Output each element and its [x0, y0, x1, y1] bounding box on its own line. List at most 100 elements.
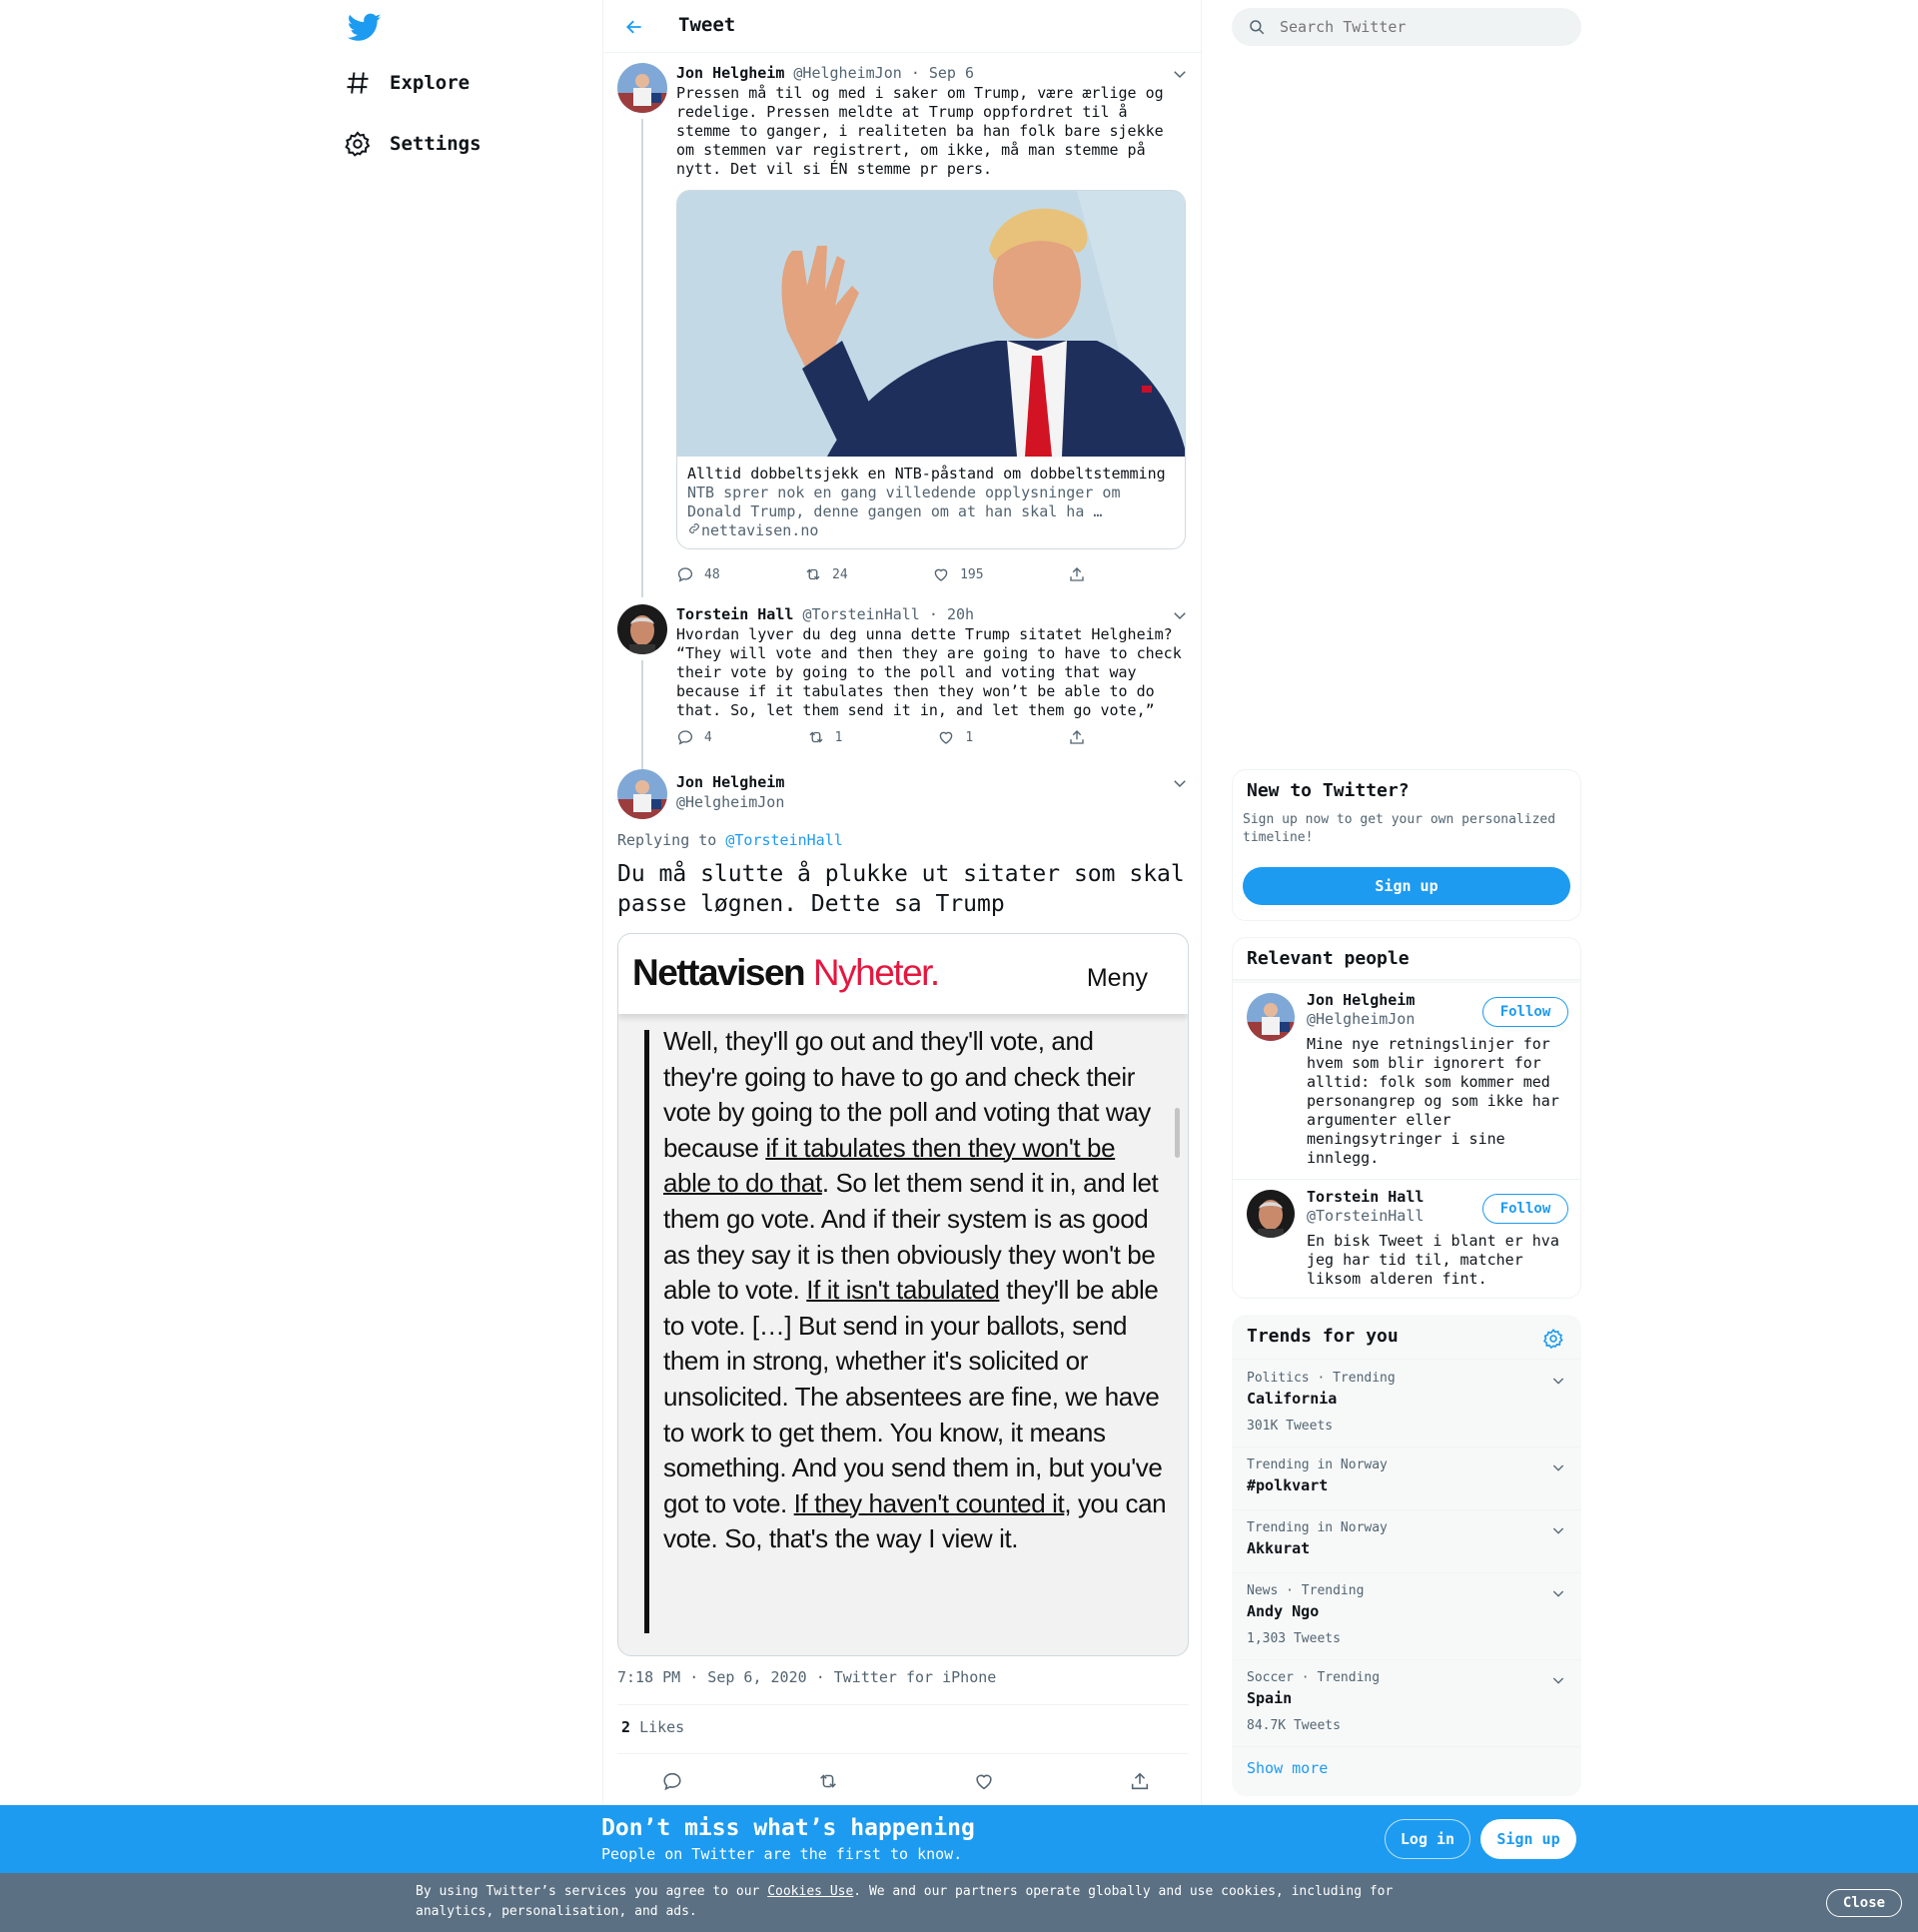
chevron-down-icon[interactable] [1550, 1459, 1566, 1475]
chevron-down-icon[interactable] [1550, 1373, 1566, 1389]
person-handle[interactable]: @TorsteinHall [1307, 1207, 1424, 1225]
reply-button[interactable]: 48 [676, 565, 720, 583]
avatar[interactable] [617, 769, 667, 819]
trend-name: Andy Ngo [1247, 1602, 1320, 1620]
nav-settings[interactable]: Settings [344, 124, 481, 164]
sign-up-button[interactable]: Sign up [1243, 867, 1570, 905]
thread-tweet[interactable]: Torstein Hall @TorsteinHall · 20h Hvorda… [617, 604, 1189, 769]
log-in-button[interactable]: Log in [1385, 1819, 1470, 1859]
trend-count: 1,303 Tweets [1247, 1631, 1341, 1646]
person-bio: En bisk Tweet i blant er hva jeg har tid… [1307, 1232, 1559, 1288]
search-box[interactable] [1232, 8, 1581, 46]
trend-name: Spain [1247, 1689, 1293, 1707]
tweet-meta: 7:18 PM · Sep 6, 2020 · Twitter for iPho… [617, 1668, 996, 1686]
person-item[interactable]: Jon Helgheim @HelgheimJon Follow Mine ny… [1233, 983, 1580, 1180]
trend-count: 301K Tweets [1247, 1419, 1334, 1434]
author-name[interactable]: Jon Helgheim [676, 772, 1189, 792]
replying-to-prefix: Replying to [617, 831, 717, 849]
person-name[interactable]: Jon Helgheim [1307, 991, 1415, 1009]
trend-meta: News · Trending [1247, 1583, 1365, 1598]
avatar[interactable] [617, 604, 667, 654]
reply-icon [677, 567, 693, 582]
page-title: Tweet [678, 14, 736, 36]
tweet-time[interactable]: Sep 6 [929, 64, 974, 82]
chevron-down-icon[interactable] [1171, 774, 1189, 792]
tweet-timestamp[interactable]: 7:18 PM · Sep 6, 2020 [617, 1668, 807, 1686]
trend-item[interactable]: Soccer · Trending Spain 84.7K Tweets [1233, 1660, 1580, 1747]
share-button[interactable] [1129, 1770, 1151, 1796]
show-more-link[interactable]: Show more [1247, 1759, 1328, 1777]
back-button[interactable] [619, 12, 649, 42]
person-bio: Mine nye retningslinjer for hvem som bli… [1307, 1035, 1559, 1167]
reply-icon [677, 730, 693, 745]
tweet-text: Pressen må til og med i saker om Trump, … [676, 84, 1164, 178]
avatar[interactable] [617, 63, 667, 113]
search-icon [1250, 20, 1265, 35]
thread-line [641, 119, 643, 597]
tweet-source[interactable]: Twitter for iPhone [834, 1668, 997, 1686]
cookie-text: By using Twitter’s services you agree to… [416, 1882, 1415, 1922]
thread-line [641, 660, 643, 769]
separator-dot: · [910, 64, 920, 82]
attached-image[interactable]: Nettavisen Nyheter. Meny Well, they'll g… [617, 933, 1189, 1656]
avatar[interactable] [1247, 993, 1295, 1041]
author-name[interactable]: Jon Helgheim [676, 64, 784, 82]
trend-item[interactable]: Politics · Trending California 301K Twee… [1233, 1361, 1580, 1448]
reply-button[interactable] [661, 1770, 683, 1796]
sign-up-button[interactable]: Sign up [1480, 1819, 1576, 1859]
twitter-logo-icon[interactable] [347, 10, 382, 44]
person-handle[interactable]: @HelgheimJon [1307, 1010, 1415, 1028]
link-card-image [677, 191, 1185, 457]
nav-explore[interactable]: Explore [344, 63, 470, 103]
tweet-actions: 4 1 1 [676, 728, 1096, 746]
person-item[interactable]: Torstein Hall @TorsteinHall Follow En bi… [1233, 1180, 1580, 1298]
chevron-down-icon[interactable] [1550, 1522, 1566, 1538]
like-button[interactable] [973, 1770, 995, 1796]
trend-item[interactable]: Trending in Norway #polkvart [1233, 1448, 1580, 1510]
reply-count: 4 [704, 729, 712, 745]
like-button[interactable]: 195 [932, 565, 984, 583]
share-button[interactable] [1068, 728, 1096, 746]
chevron-down-icon[interactable] [1550, 1585, 1566, 1601]
cookies-use-link[interactable]: Cookies Use [767, 1884, 853, 1899]
link-card[interactable]: Alltid dobbeltsjekk en NTB-påstand om do… [676, 190, 1186, 549]
search-input[interactable] [1280, 18, 1549, 36]
author-handle[interactable]: @HelgheimJon [676, 792, 1189, 812]
link-icon [689, 523, 699, 533]
tweet-actions: 48 24 195 [676, 565, 1096, 583]
trend-name: #polkvart [1247, 1476, 1329, 1494]
thread-tweet[interactable]: Jon Helgheim @HelgheimJon · Sep 6 Presse… [617, 63, 1189, 597]
share-icon [1070, 567, 1084, 581]
follow-button[interactable]: Follow [1482, 997, 1568, 1027]
replying-to-link[interactable]: @TorsteinHall [725, 831, 842, 849]
author-handle[interactable]: @HelgheimJon [793, 64, 901, 82]
divider [617, 1753, 1189, 1754]
retweet-button[interactable]: 1 [807, 728, 842, 746]
chevron-down-icon[interactable] [1171, 606, 1189, 624]
avatar[interactable] [1247, 1190, 1295, 1238]
author-name[interactable]: Torstein Hall [676, 605, 793, 623]
share-button[interactable] [1068, 565, 1096, 583]
chevron-down-icon[interactable] [1171, 65, 1189, 83]
gear-icon[interactable] [1542, 1328, 1564, 1350]
likes-summary[interactable]: 2 Likes [621, 1718, 684, 1736]
retweet-button[interactable] [817, 1770, 839, 1796]
retweet-button[interactable]: 24 [804, 565, 848, 583]
trend-item[interactable]: News · Trending Andy Ngo 1,303 Tweets [1233, 1573, 1580, 1660]
author-handle[interactable]: @TorsteinHall [802, 605, 919, 623]
reply-button[interactable]: 4 [676, 728, 712, 746]
share-icon [1131, 1772, 1149, 1790]
trend-meta: Soccer · Trending [1247, 1670, 1381, 1685]
chevron-down-icon[interactable] [1550, 1672, 1566, 1688]
close-button[interactable]: Close [1826, 1889, 1902, 1917]
tweet-time[interactable]: 20h [947, 605, 974, 623]
like-button[interactable]: 1 [937, 728, 973, 746]
trend-item[interactable]: Trending in Norway Akkurat [1233, 1510, 1580, 1573]
heart-icon [976, 1774, 992, 1790]
person-name[interactable]: Torstein Hall [1307, 1188, 1424, 1206]
image-quote-text: Well, they'll go out and they'll vote, a… [663, 1024, 1168, 1557]
heart-icon [940, 731, 953, 744]
tweet-header: Torstein Hall @TorsteinHall · 20h [676, 604, 1189, 624]
brand-red-text: Nyheter. [812, 952, 940, 993]
follow-button[interactable]: Follow [1482, 1194, 1568, 1224]
